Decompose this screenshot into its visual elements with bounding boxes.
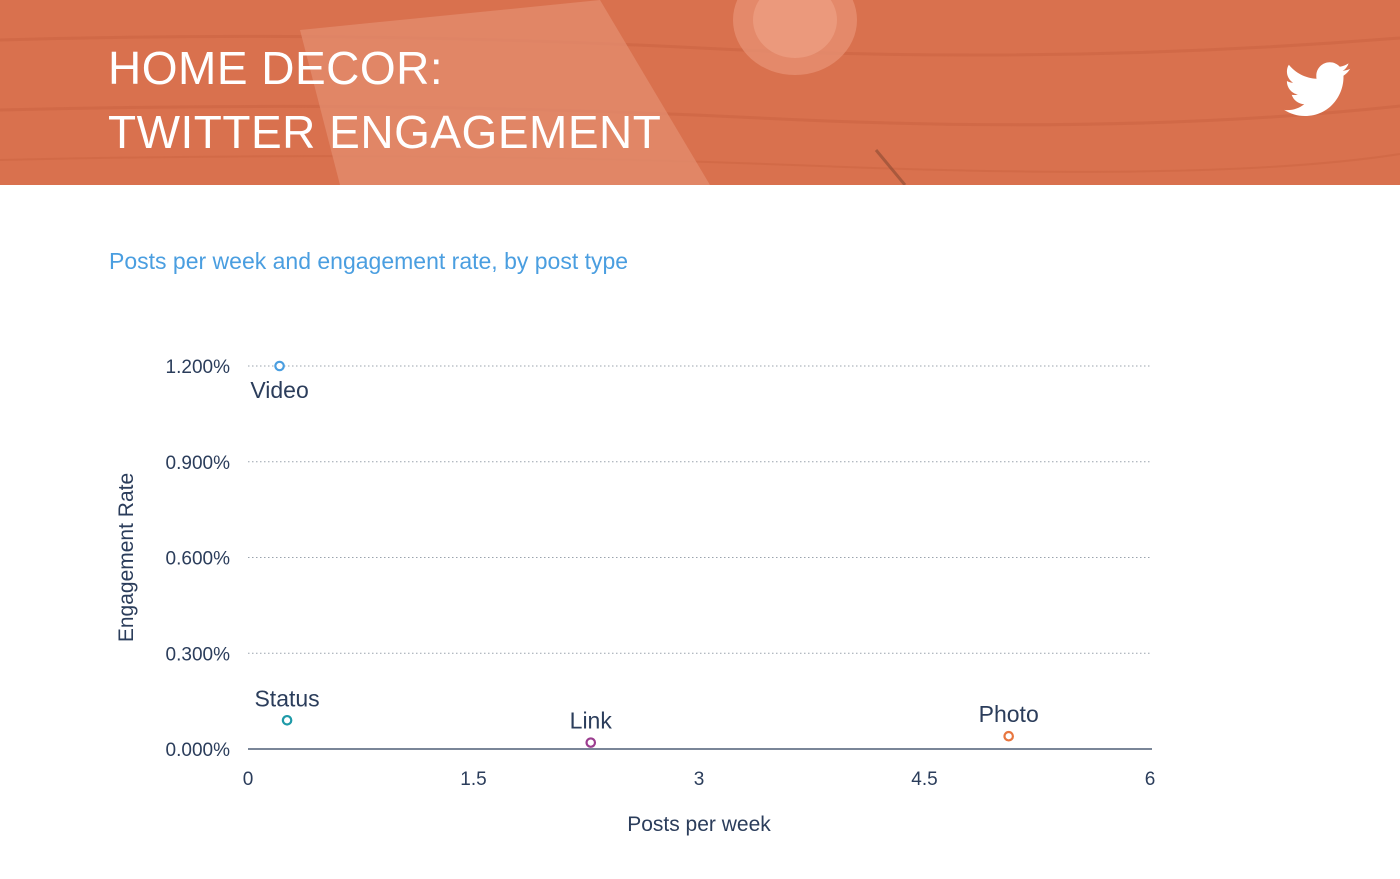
y-axis-title: Engagement Rate [115,473,138,642]
data-points: Video Status Link Photo [250,360,1039,748]
y-tick-label: 1.200% [166,357,231,378]
twitter-bird-icon [1284,62,1351,117]
y-axis-ticks: 0.000% 0.300% 0.600% 0.900% 1.200% [166,357,231,761]
point-label-link: Link [570,708,613,734]
data-point-photo [1003,730,1014,742]
x-tick-label: 3 [694,769,705,790]
y-tick-label: 0.300% [166,644,231,665]
point-label-photo: Photo [979,701,1039,727]
x-tick-label: 1.5 [460,769,486,790]
data-point-status [281,714,293,726]
point-label-video: Video [250,377,308,403]
y-tick-label: 0.000% [166,740,231,761]
y-tick-label: 0.600% [166,549,231,570]
chart-subtitle: Posts per week and engagement rate, by p… [109,248,629,274]
y-tick-label: 0.900% [166,453,231,474]
title-line-2: TWITTER ENGAGEMENT [108,106,662,158]
title-line-1: HOME DECOR: [108,42,444,94]
data-point-video [274,360,285,372]
x-axis-title: Posts per week [627,813,771,836]
x-axis-ticks: 0 1.5 3 4.5 6 [243,769,1156,790]
x-tick-label: 6 [1145,769,1156,790]
x-tick-label: 0 [243,769,254,790]
x-tick-label: 4.5 [911,769,937,790]
header-banner: HOME DECOR: TWITTER ENGAGEMENT [0,0,1400,185]
point-label-status: Status [254,685,319,711]
scatter-chart: 0.000% 0.300% 0.600% 0.900% 1.200% 0 1.5 3 4.5 6… [115,357,1156,836]
data-point-link [585,737,597,748]
page-title: HOME DECOR: TWITTER ENGAGEMENT [108,36,661,164]
chart-grid [248,365,1150,654]
